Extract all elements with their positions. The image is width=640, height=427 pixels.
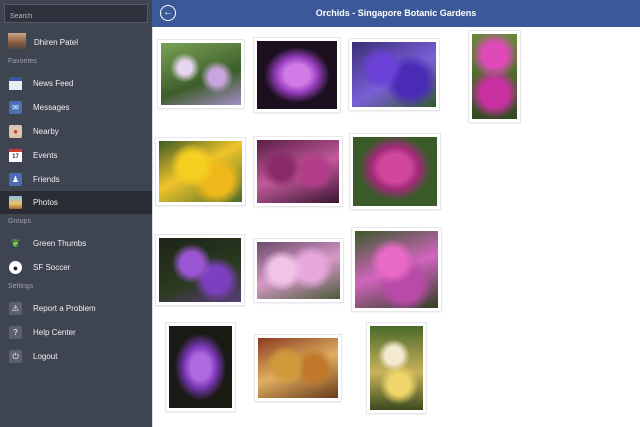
help-icon: ?	[9, 326, 22, 339]
avatar[interactable]	[8, 33, 26, 51]
sidebar-item-green-thumbs[interactable]: ❦ Green Thumbs	[0, 232, 152, 255]
leaf-icon: ❦	[10, 238, 21, 250]
events-icon: 17	[9, 149, 22, 162]
settings-header: Settings	[8, 283, 34, 290]
orchid-photo-6[interactable]	[254, 137, 342, 206]
logout-icon: ⏻	[9, 350, 22, 363]
sidebar-item-label: Report a Problem	[33, 304, 96, 313]
sidebar-item-label: Events	[33, 151, 58, 160]
orchid-photo-9[interactable]	[254, 239, 343, 302]
profile-name: Dhiren Patel	[34, 37, 79, 47]
orchid-photo-2[interactable]	[254, 38, 340, 112]
orchid-photo-12[interactable]	[255, 335, 341, 401]
news-feed-icon	[9, 77, 22, 90]
photos-icon	[9, 196, 22, 209]
search-input[interactable]	[5, 8, 147, 25]
photo-grid	[152, 27, 640, 427]
sidebar-item-nearby[interactable]: ● Nearby	[0, 120, 152, 143]
sidebar-item-help-center[interactable]: ? Help Center	[0, 321, 152, 344]
orchid-photo-13[interactable]	[367, 323, 426, 413]
sidebar-item-label: Friends	[33, 175, 60, 184]
sidebar-item-label: Logout	[33, 352, 58, 361]
album-header: ← Orchids - Singapore Botanic Gardens	[152, 0, 640, 27]
sidebar-item-label: Green Thumbs	[33, 239, 87, 248]
sidebar-item-label: Photos	[33, 198, 58, 207]
messages-icon: ✉	[9, 101, 22, 114]
orchid-photo-4[interactable]	[469, 31, 520, 122]
orchid-photo-7[interactable]	[350, 134, 440, 209]
report-icon: ⚠	[9, 302, 22, 315]
sidebar: Dhiren Patel Favorites News Feed ✉ Messa…	[0, 0, 152, 427]
orchid-photo-5[interactable]	[156, 138, 245, 205]
sidebar-item-report-problem[interactable]: ⚠ Report a Problem	[0, 297, 152, 320]
orchid-photo-8[interactable]	[156, 235, 244, 305]
sidebar-item-photos[interactable]: Photos	[0, 191, 152, 214]
groups-header: Groups	[8, 218, 31, 225]
album-title: Orchids - Singapore Botanic Gardens	[315, 8, 477, 18]
nearby-icon: ●	[9, 125, 22, 138]
sidebar-item-label: Nearby	[33, 127, 59, 136]
orchid-photo-11[interactable]	[166, 323, 235, 411]
search-box[interactable]	[4, 4, 148, 25]
soccer-ball-icon: ●	[9, 261, 22, 274]
sidebar-item-label: SF Soccer	[33, 263, 71, 272]
sidebar-item-friends[interactable]: ♟ Friends	[0, 168, 152, 191]
sidebar-item-label: News Feed	[33, 79, 74, 88]
orchid-photo-3[interactable]	[349, 39, 439, 110]
sidebar-item-logout[interactable]: ⏻ Logout	[0, 345, 152, 368]
sidebar-item-messages[interactable]: ✉ Messages	[0, 96, 152, 119]
friends-icon: ♟	[9, 173, 22, 186]
sidebar-item-sf-soccer[interactable]: ● SF Soccer	[0, 256, 152, 279]
sidebar-item-news-feed[interactable]: News Feed	[0, 72, 152, 95]
favorites-header: Favorites	[8, 58, 37, 65]
profile-item[interactable]: Dhiren Patel	[0, 30, 152, 54]
sidebar-item-label: Messages	[33, 103, 70, 112]
sidebar-item-events[interactable]: 17 Events	[0, 144, 152, 167]
sidebar-item-label: Help Center	[33, 328, 76, 337]
orchid-photo-10[interactable]	[352, 228, 441, 311]
orchid-photo-1[interactable]	[158, 40, 244, 108]
